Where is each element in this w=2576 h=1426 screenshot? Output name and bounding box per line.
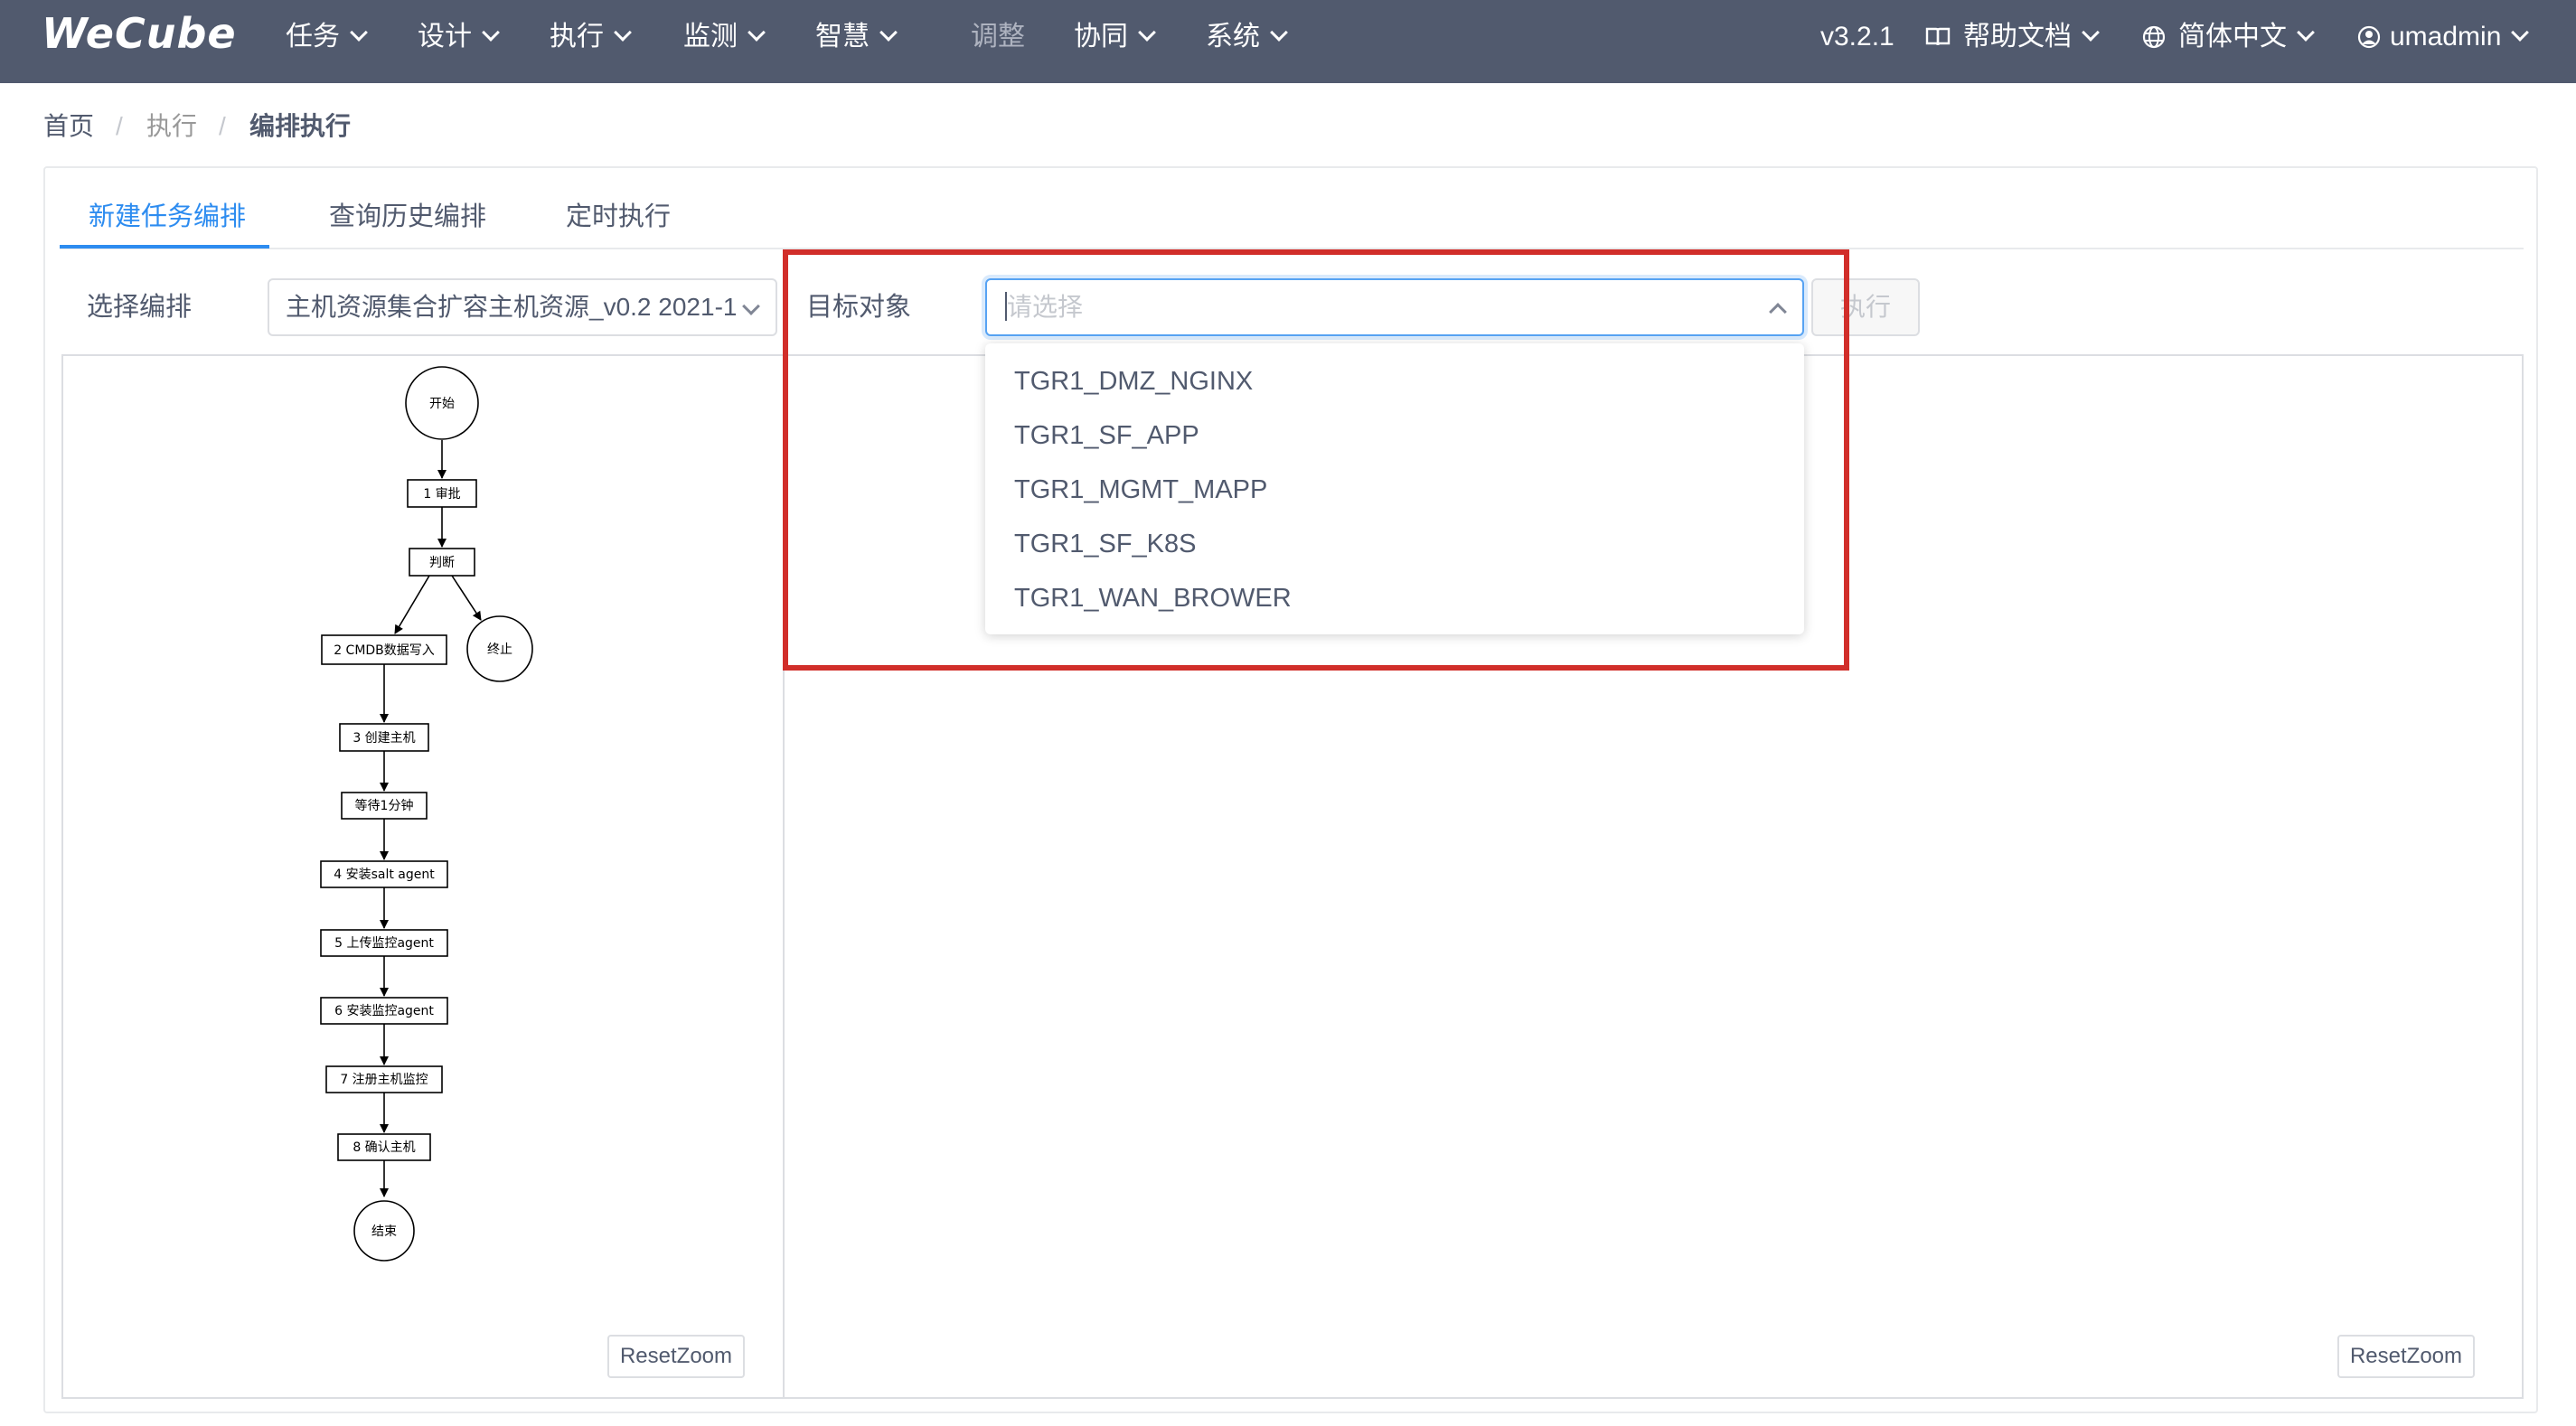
nav-menu-system[interactable]: 系统 [1206, 0, 1288, 83]
nav-menu-label: 监测 [683, 22, 738, 52]
chevron-down-icon [350, 23, 368, 42]
tab-scheduled-execution[interactable]: 定时执行 [566, 197, 671, 248]
tab-new-orchestration[interactable]: 新建任务编排 [89, 197, 246, 248]
chevron-down-icon [1138, 23, 1156, 42]
flowchart-panel[interactable] [61, 354, 785, 1399]
breadcrumb-current: 编排执行 [249, 112, 352, 140]
nav-menu-monitor[interactable]: 监测 [683, 0, 766, 83]
tab-history-orchestration[interactable]: 查询历史编排 [329, 197, 486, 248]
username-label: umadmin [2390, 22, 2502, 52]
nav-menu-adjust[interactable]: 调整 [971, 0, 1025, 83]
reset-zoom-button-right[interactable]: ResetZoom [2337, 1335, 2475, 1378]
language-label: 简体中文 [2178, 22, 2287, 52]
version-label: v3.2.1 [1820, 22, 1894, 52]
breadcrumb-separator: / [116, 112, 123, 140]
user-icon [2357, 0, 2381, 74]
orchestration-select[interactable]: 主机资源集合扩容主机资源_v0.2 2021-1 [268, 278, 777, 336]
breadcrumb-separator: / [219, 112, 226, 140]
nav-menu-label: 任务 [286, 22, 340, 52]
nav-menu-label: 智慧 [815, 22, 870, 52]
breadcrumb-home[interactable]: 首页 [43, 108, 94, 145]
chevron-down-icon [1270, 23, 1288, 42]
breadcrumb-execute[interactable]: 执行 [146, 108, 197, 145]
chevron-down-icon [614, 23, 632, 42]
orchestration-select-value: 主机资源集合扩容主机资源_v0.2 2021-1 [286, 293, 738, 321]
chevron-down-icon [747, 23, 766, 42]
wecube-logo[interactable]: WeCube [42, 9, 237, 58]
nav-menu-intelligence[interactable]: 智慧 [815, 0, 898, 83]
nav-menu-label: 调整 [971, 22, 1025, 52]
globe-icon [2142, 0, 2166, 74]
nav-menu-execute[interactable]: 执行 [550, 0, 632, 83]
nav-menu-collaborate[interactable]: 协同 [1074, 0, 1156, 83]
orchestration-label: 选择编排 [87, 293, 193, 322]
nav-menu-task[interactable]: 任务 [286, 0, 368, 83]
nav-menu-label: 设计 [418, 22, 472, 52]
reset-zoom-button-left[interactable]: ResetZoom [607, 1335, 745, 1378]
chevron-down-icon [742, 297, 760, 315]
user-menu[interactable]: umadmin [2357, 0, 2530, 83]
chevron-down-icon [2082, 23, 2100, 42]
nav-menu-label: 执行 [550, 22, 604, 52]
help-docs-label: 帮助文档 [1963, 22, 2072, 52]
book-icon [1925, 0, 1951, 74]
language-menu[interactable]: 简体中文 [2142, 0, 2315, 83]
chevron-down-icon [2511, 23, 2530, 42]
nav-menu-label: 系统 [1206, 22, 1260, 52]
chevron-down-icon [879, 23, 898, 42]
top-navbar: WeCube 任务 设计 执行 监测 智慧 调整 协同 系统 v3.2.1 帮助… [0, 0, 2576, 83]
active-tab-indicator [60, 245, 269, 249]
chevron-down-icon [482, 23, 500, 42]
highlight-annotation-box [783, 249, 1849, 671]
chevron-down-icon [2297, 23, 2315, 42]
help-docs-menu[interactable]: 帮助文档 [1925, 0, 2100, 83]
nav-menu-design[interactable]: 设计 [418, 0, 500, 83]
nav-menu-label: 协同 [1074, 22, 1128, 52]
